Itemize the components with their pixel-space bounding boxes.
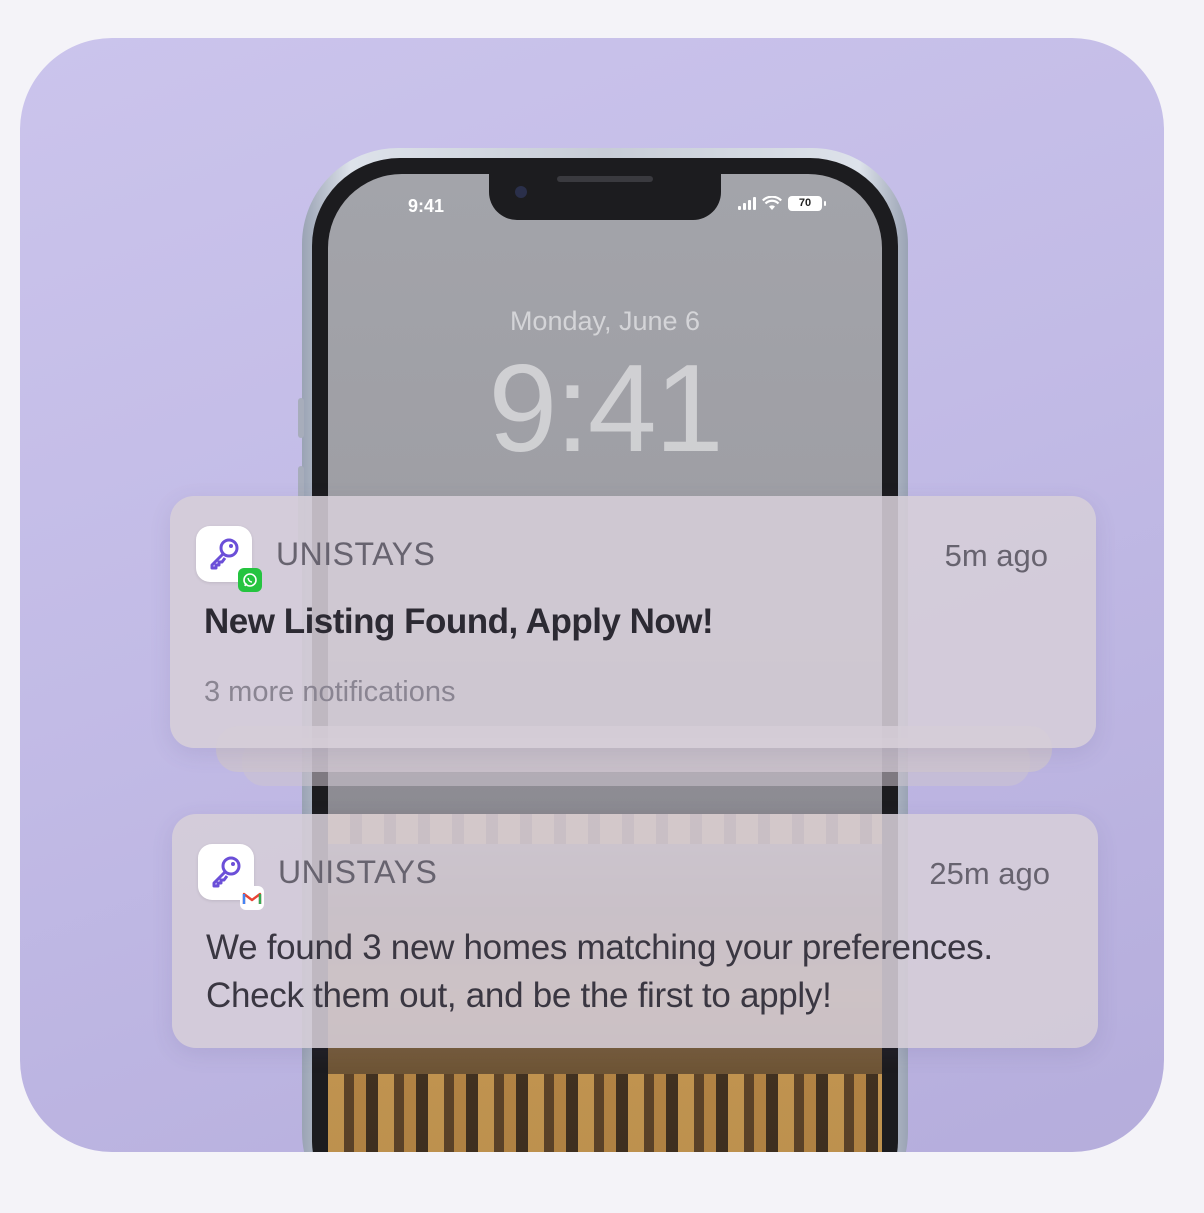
gmail-icon	[240, 886, 264, 910]
key-icon	[210, 538, 239, 570]
app-icon	[196, 526, 262, 592]
status-time: 9:41	[408, 196, 445, 216]
key-icon	[212, 856, 241, 888]
camera-icon	[515, 186, 527, 198]
notification-body-line: We found 3 new homes matching your prefe…	[206, 928, 993, 967]
notification-app-name: UNISTAYS	[276, 536, 436, 572]
notch	[489, 174, 721, 220]
lock-time: 9:41	[488, 340, 723, 478]
battery-indicator: 70	[788, 196, 826, 211]
notification-time: 5m ago	[944, 538, 1048, 573]
notification-body: We found 3 new homes matching your prefe…	[206, 924, 993, 1020]
signal-icon	[738, 197, 756, 210]
status-icons: 70	[738, 196, 826, 211]
app-icon	[198, 844, 264, 910]
more-notifications-label[interactable]: 3 more notifications	[204, 676, 455, 709]
notification-app-name: UNISTAYS	[278, 854, 438, 890]
wallpaper-reflection	[328, 1074, 882, 1152]
notification-time: 25m ago	[929, 856, 1050, 891]
promo-card: 9:41 70 Monday, June 6 9:41 UNISTAYS 5m …	[20, 38, 1164, 1152]
phone-side-button	[298, 398, 304, 438]
notification-new-listing[interactable]: UNISTAYS 5m ago New Listing Found, Apply…	[170, 496, 1096, 748]
notification-new-homes[interactable]: UNISTAYS 25m ago We found 3 new homes ma…	[172, 814, 1098, 1048]
notification-title: New Listing Found, Apply Now!	[204, 602, 714, 641]
whatsapp-icon	[238, 568, 262, 592]
lock-date: Monday, June 6	[509, 306, 701, 336]
wifi-icon	[762, 196, 782, 210]
speaker	[557, 176, 653, 182]
notification-body-line: Check them out, and be the first to appl…	[206, 976, 832, 1015]
